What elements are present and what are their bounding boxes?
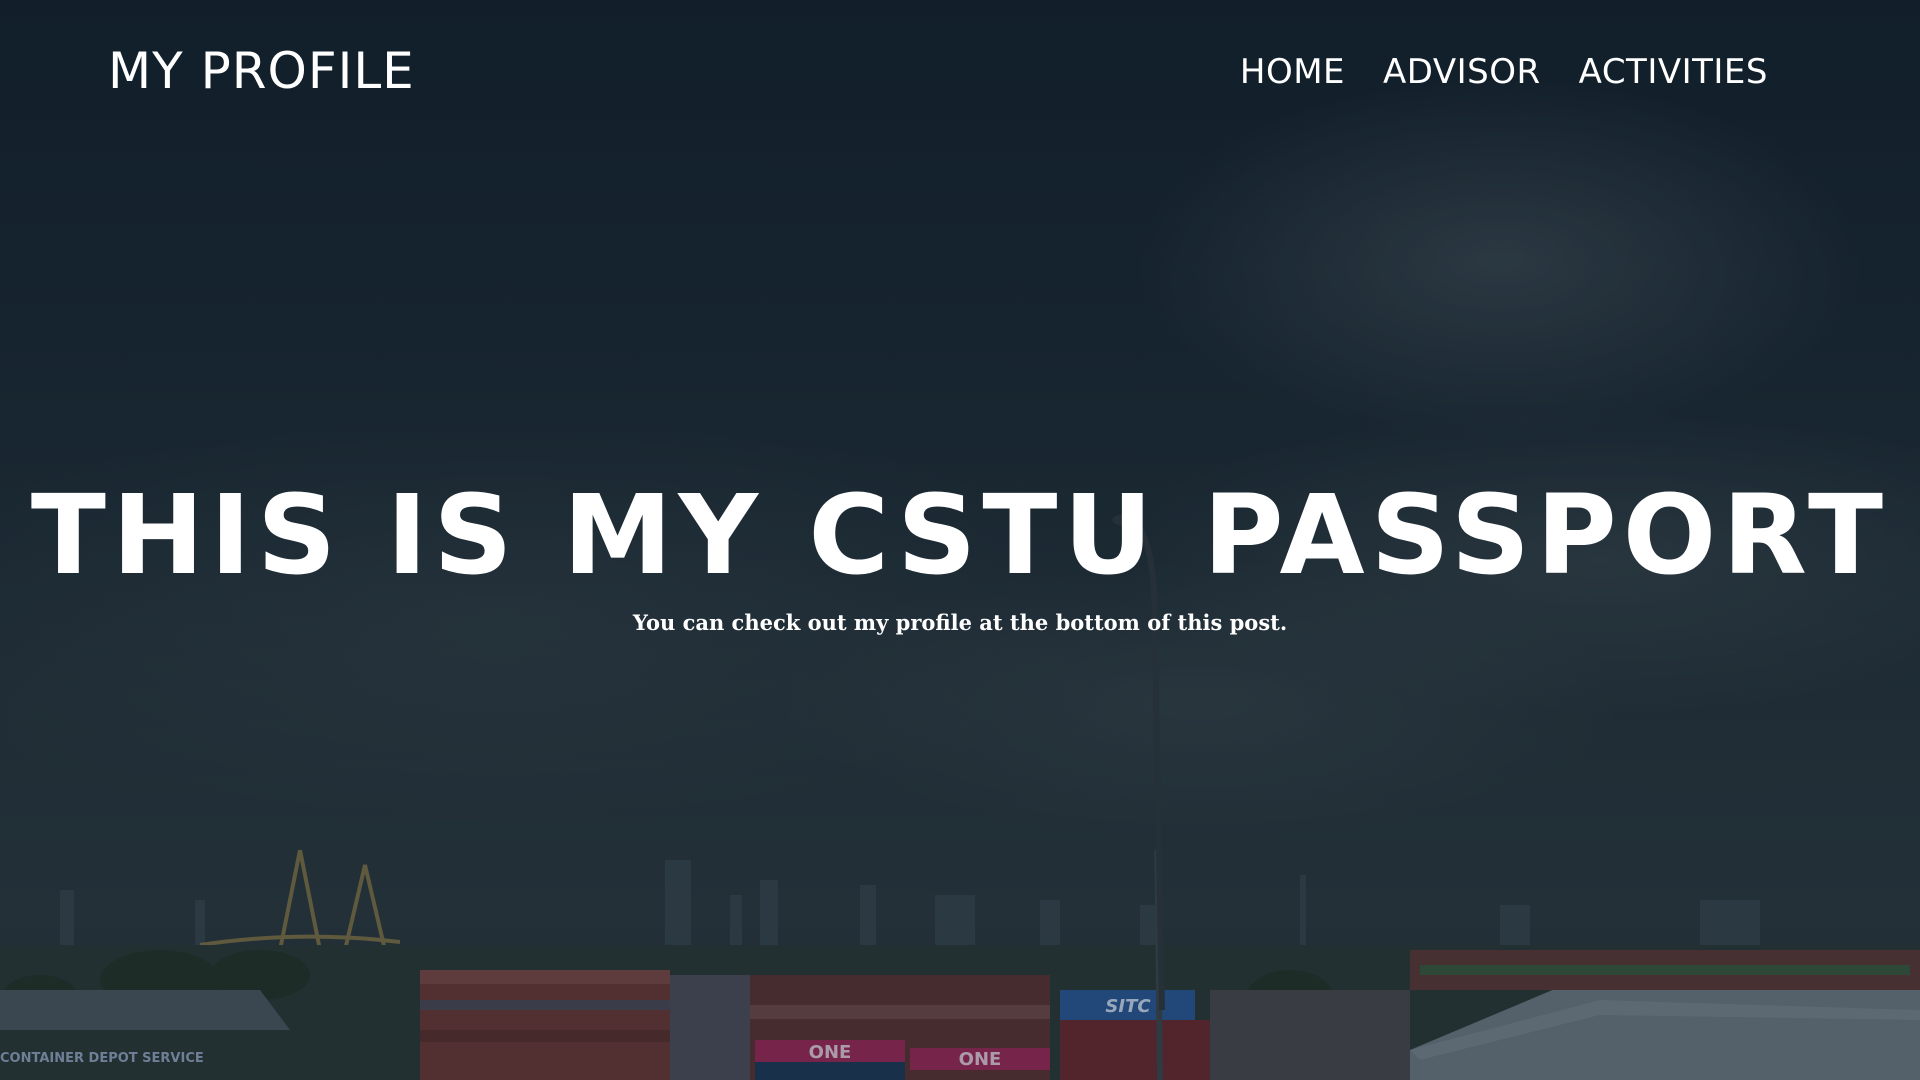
- hero-subtitle: You can check out my profile at the bott…: [632, 610, 1288, 635]
- hero-title: THIS IS MY CSTU PASSPORT: [30, 471, 1890, 599]
- nav-advisor[interactable]: ADVISOR: [1383, 52, 1541, 92]
- site-header: MY PROFILE HOME ADVISOR ACTIVITIES: [0, 0, 1920, 150]
- site-brand[interactable]: MY PROFILE: [108, 42, 415, 100]
- main-nav: HOME ADVISOR ACTIVITIES: [1240, 52, 1768, 92]
- hero-section: THIS IS MY CSTU PASSPORT You can check o…: [0, 470, 1920, 635]
- nav-activities[interactable]: ACTIVITIES: [1579, 52, 1768, 92]
- page: ONE ONE SITC CONTAINER DEPOT SERVICE MY …: [0, 0, 1920, 1080]
- nav-home[interactable]: HOME: [1240, 52, 1345, 92]
